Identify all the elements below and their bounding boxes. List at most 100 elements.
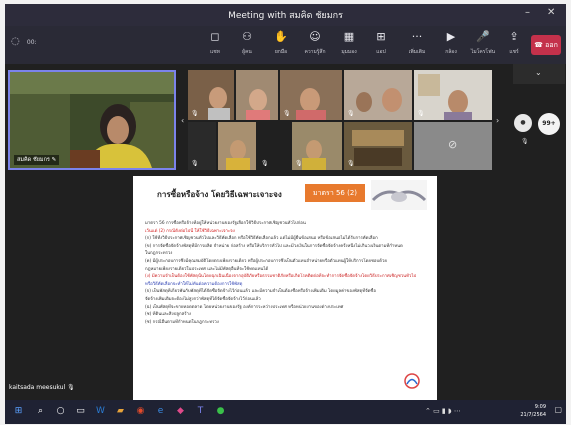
- toolbar-left: ◌ 00:: [11, 36, 37, 47]
- slide-line: กฎหมายเพียงรายเดียวในประเทศ และไม่มีพัสด…: [145, 266, 269, 272]
- share-icon: ⇪: [509, 30, 519, 43]
- participants-count: 99+: [542, 120, 556, 127]
- minimize-icon[interactable]: –: [525, 7, 530, 18]
- teams-meeting-window: Meeting with สมคิด ชัยมกร – ✕ ◌ 00: ◻ แช…: [5, 4, 566, 400]
- edge-icon[interactable]: e: [153, 404, 168, 419]
- self-name: สมคิด ชัยมกร: [17, 157, 50, 163]
- handshake-image: [371, 180, 427, 210]
- raise-hand-button[interactable]: ✋ ยกมือ: [267, 30, 295, 60]
- mic-off-icon: 🎙: [67, 384, 75, 391]
- mic-off-icon: 🎙: [283, 110, 291, 117]
- participant-tile[interactable]: 🎙: [280, 70, 342, 120]
- clock-time: 9:09: [534, 404, 546, 410]
- participant-tile[interactable]: 🎙: [344, 122, 412, 170]
- system-clock[interactable]: 9:09 21/7/2564: [520, 403, 546, 419]
- windows-start-icon[interactable]: ⊞: [11, 404, 26, 419]
- title-bar: Meeting with สมคิด ชัยมกร – ✕: [5, 4, 566, 26]
- chat-button[interactable]: ◻ แชท: [201, 30, 229, 60]
- slide-line: (ฉ) เป็นพัสดุที่จะขายทอดตลาด โดยหน่วยงาน…: [145, 304, 344, 310]
- mic-label: ไมโครโฟน: [470, 49, 496, 55]
- slide-line: (ซ) กรณีอื่นตามที่กำหนดในกฎกระทรวง: [145, 319, 219, 325]
- screen: Meeting with สมคิด ชัยมกร – ✕ ◌ 00: ◻ แช…: [0, 0, 571, 425]
- participant-tile[interactable]: 🎙: [188, 70, 234, 120]
- leave-button[interactable]: ☎ ออก: [531, 35, 561, 55]
- view-icon: ▦: [343, 30, 355, 43]
- chevron-left-icon[interactable]: ‹: [181, 116, 184, 125]
- raise-hand-label: ยกมือ: [274, 49, 288, 55]
- apps-button[interactable]: ⊞ แอป: [367, 30, 395, 60]
- phone-icon: ☎: [534, 41, 543, 49]
- people-label: ผู้คน: [242, 49, 252, 55]
- apps-label: แอป: [376, 49, 386, 55]
- mic-off-icon: 🎙: [417, 110, 425, 117]
- self-video-image: [10, 72, 174, 168]
- system-tray-icons[interactable]: ⌃ ▭ ▮ ◗ ⋯: [425, 407, 461, 415]
- participant-tile[interactable]: 🎙: [188, 122, 216, 170]
- notification-icon[interactable]: ▢: [554, 405, 562, 414]
- share-button[interactable]: ⇪ แชร์: [500, 30, 528, 60]
- mic-off-icon: 🎙: [295, 160, 303, 167]
- camera-off-icon: ⊘: [448, 138, 458, 151]
- leave-label: ออก: [545, 41, 558, 49]
- presenter-name: kaitsada meesukul: [9, 384, 66, 391]
- slide-line: (จ) เป็นพัสดุที่เกี่ยวพันกับพัสดุที่ได้จ…: [145, 289, 376, 295]
- chevron-down-icon[interactable]: ⌄: [535, 68, 542, 77]
- camera-icon: ▶: [446, 30, 456, 43]
- participant-tile[interactable]: 🎙: [344, 70, 412, 120]
- line-icon[interactable]: ●: [213, 404, 228, 419]
- mic-icon: 🎤: [476, 30, 490, 43]
- more-icon: ···: [411, 30, 423, 43]
- avatar-glyph: ●: [520, 119, 526, 126]
- chat-label: แชท: [210, 49, 220, 55]
- more-participants-badge[interactable]: 99+: [538, 113, 560, 135]
- reactions-label: ความรู้สึก: [304, 49, 326, 55]
- cortana-icon[interactable]: ○: [53, 404, 68, 419]
- participant-tile[interactable]: 🎙: [258, 122, 290, 170]
- shared-slide: การซื้อหรือจ้าง โดยวิธีเฉพาะเจาะจง มาตรา…: [133, 176, 437, 400]
- mic-off-icon: 🎙: [261, 160, 269, 167]
- chat-icon: ◻: [210, 30, 220, 43]
- more-button[interactable]: ··· เพิ่มเติม: [403, 30, 431, 60]
- mic-off-icon: 🎙: [347, 160, 355, 167]
- participant-tile[interactable]: [218, 122, 256, 170]
- apps-icon: ⊞: [376, 30, 386, 43]
- people-button[interactable]: ⚇ ผู้คน: [233, 30, 261, 60]
- meeting-toolbar: ◌ 00: ◻ แชท ⚇ ผู้คน ✋ ยกมือ ☺ ความรู้สึก…: [5, 26, 566, 64]
- camera-button[interactable]: ▶ กล้อง: [437, 30, 465, 60]
- participant-tile[interactable]: 🎙: [292, 122, 342, 170]
- slide-line: มาตรา 56 การซื้อหรือจ้างที่อยู่ให้หน่วยง…: [145, 221, 306, 226]
- participant-avatar[interactable]: ●: [514, 114, 532, 132]
- teams-icon[interactable]: T: [193, 404, 208, 419]
- close-icon[interactable]: ✕: [547, 7, 555, 18]
- participant-video: [414, 70, 492, 120]
- self-video[interactable]: สมคิด ชัยมกร ✎: [8, 70, 176, 170]
- reactions-icon: ☺: [309, 30, 321, 43]
- word-icon[interactable]: W: [93, 404, 108, 419]
- slide-line: เว้นแต่ (2) กรณีดังต่อไปนี้ ให้ใช้วิธีเฉ…: [145, 228, 235, 234]
- mic-off-icon: 🎙: [347, 110, 355, 117]
- chevron-right-icon[interactable]: ›: [496, 116, 499, 125]
- slide-line: (ง) มีความจำเป็นต้องใช้พัสดุนั้นโดยฉุกเฉ…: [145, 274, 417, 280]
- taskbar: ⊞ ⌕ ○ ▭ W ▰ ◉ e ◆ T ● ⌃ ▭ ▮ ◗ ⋯ 9:09 21/…: [5, 400, 566, 424]
- slide-line: (ช) ที่ดินและสิ่งปลูกสร้าง: [145, 312, 192, 318]
- people-icon: ⚇: [242, 30, 252, 43]
- slide-line: (ค) มีผู้ประกอบการซึ่งมีคุณสมบัติโดยตรงเ…: [145, 258, 387, 264]
- chrome-icon[interactable]: ◉: [133, 404, 148, 419]
- search-icon[interactable]: ⌕: [33, 404, 48, 419]
- participant-video: [236, 70, 278, 120]
- slide-badge: มาตรา 56 (2): [305, 184, 365, 202]
- reactions-button[interactable]: ☺ ความรู้สึก: [301, 30, 329, 60]
- share-label: แชร์: [509, 49, 519, 55]
- task-view-icon[interactable]: ▭: [73, 404, 88, 419]
- slide-line: จัดจ้างเพิ่มเติมจะต้องไม่สูงกว่าพัสดุที่…: [145, 296, 261, 302]
- view-button[interactable]: ▦ มุมมอง: [335, 30, 363, 60]
- slide-title: การซื้อหรือจ้าง โดยวิธีเฉพาะเจาะจง: [157, 189, 282, 199]
- meeting-stage: สมคิด ชัยมกร ✎ 🎙 🎙 🎙 �: [5, 64, 566, 400]
- app-icon[interactable]: ◆: [173, 404, 188, 419]
- participant-tile[interactable]: [236, 70, 278, 120]
- participant-tile-camera-off[interactable]: ⊘: [414, 122, 492, 170]
- mic-off-icon: 🎙: [191, 110, 199, 117]
- mic-button[interactable]: 🎤 ไมโครโฟน: [469, 30, 497, 60]
- file-explorer-icon[interactable]: ▰: [113, 404, 128, 419]
- participant-tile[interactable]: 🎙: [414, 70, 492, 120]
